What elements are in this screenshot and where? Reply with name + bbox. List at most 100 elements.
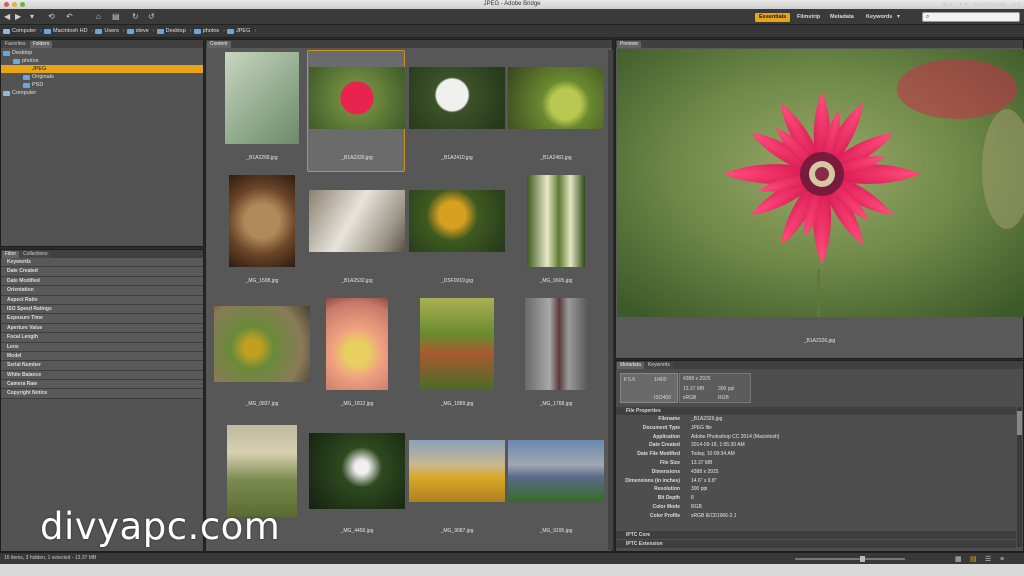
tab-filter[interactable]: Filter — [2, 251, 20, 258]
filter-category[interactable]: Focal Length — [1, 333, 203, 343]
filter-category[interactable]: Date Created — [1, 267, 203, 277]
thumbnail[interactable]: _MG_1508.jpg — [214, 175, 310, 287]
folder-tree-item[interactable]: Desktop — [1, 49, 203, 57]
close-window-icon[interactable] — [4, 2, 9, 7]
workspace-menu-icon[interactable]: ▾ — [897, 12, 900, 22]
filter-category[interactable]: White Balance — [1, 370, 203, 381]
thumbnail-image[interactable] — [527, 175, 585, 267]
thumbnail[interactable]: _MG_1889.jpg — [409, 298, 505, 410]
thumbnail-image[interactable] — [326, 298, 388, 390]
thumbnail[interactable]: _DSF0019.jpg — [409, 175, 505, 287]
folder-tree-item[interactable]: photos — [1, 57, 203, 65]
filter-category[interactable]: Lens — [1, 342, 203, 352]
camera-icon[interactable]: ⌂ — [96, 12, 101, 22]
workspace-filmstrip[interactable]: Filmstrip — [793, 13, 824, 22]
thumbnail-image[interactable] — [409, 440, 505, 502]
filter-category[interactable]: Aspect Ratio — [1, 295, 203, 305]
folder-tree-item[interactable]: PSD — [1, 81, 203, 89]
section-iptc-extension[interactable]: IPTC Extension — [616, 540, 1016, 548]
filter-category[interactable]: Orientation — [1, 286, 203, 296]
thumbnail-image[interactable] — [409, 67, 505, 129]
breadcrumb-item[interactable]: Users › — [95, 28, 125, 34]
workspace-keywords[interactable]: Keywords — [862, 13, 896, 22]
filter-category[interactable]: Camera Raw — [1, 380, 203, 390]
rotate-icon[interactable]: ↻ — [132, 12, 139, 22]
filter-category[interactable]: Exposure Time — [1, 314, 203, 324]
sort-menu[interactable]: Sort Manually — [973, 2, 1007, 8]
breadcrumb-item[interactable]: steve › — [126, 28, 155, 34]
section-file-properties[interactable]: File Properties — [616, 407, 1016, 415]
filter-category[interactable]: ISO Speed Ratings — [1, 304, 203, 315]
thumbnail[interactable]: _MG_9087.jpg — [409, 425, 505, 537]
thumbnail[interactable]: _B1A2268.jpg — [214, 52, 310, 164]
return-icon[interactable]: ↶ — [66, 12, 73, 22]
filter-category[interactable]: Serial Number — [1, 361, 203, 371]
view-mode-icon[interactable]: ▦ ▾ — [943, 2, 953, 8]
thumbnail-image[interactable] — [225, 52, 299, 144]
tab-collections[interactable]: Collections — [20, 251, 51, 258]
tab-preview[interactable]: Preview — [617, 41, 641, 48]
zoom-window-icon[interactable] — [20, 2, 25, 7]
thumbnail-image[interactable] — [229, 175, 295, 267]
folder-tree-item[interactable]: JPEG — [1, 65, 203, 73]
window-controls[interactable] — [4, 2, 25, 7]
tab-keywords[interactable]: Keywords — [644, 362, 673, 369]
toolbar: ◀ ▶ ▾ ⟲ ↶ ⌂ ▤ ↻ ↺ Essentials Filmstrip M… — [0, 9, 1024, 25]
thumbnail-image[interactable] — [309, 67, 405, 129]
refine-icon[interactable]: ▤ — [112, 12, 120, 22]
sort-direction-icon[interactable]: ▴ ▾ — [1013, 2, 1020, 8]
folder-tree-item[interactable]: Originals — [1, 73, 203, 81]
metadata-scrollbar[interactable] — [1017, 407, 1022, 547]
folder-label: Desktop — [12, 50, 33, 56]
thumbnail[interactable]: _MG_1768.jpg — [508, 298, 604, 410]
tab-content[interactable]: Content — [207, 41, 231, 48]
thumbnail-size-slider[interactable] — [795, 558, 905, 560]
filter-category[interactable]: Model — [1, 351, 203, 362]
thumbnail[interactable]: _MG_1812.jpg — [309, 298, 405, 410]
placard-color: sRGB — [683, 395, 697, 401]
filter-category[interactable]: Date Modified — [1, 276, 203, 287]
folder-tree-item[interactable]: Computer — [1, 89, 203, 97]
thumbnail-image[interactable] — [214, 306, 310, 382]
thumbnail[interactable]: _B1A2326.jpg — [309, 52, 405, 164]
workspace-essentials[interactable]: Essentials — [755, 13, 791, 22]
thumbnail-image[interactable] — [508, 67, 604, 129]
breadcrumb-separator-icon: › — [254, 28, 257, 34]
preview-image[interactable] — [617, 49, 1024, 317]
thumbnail[interactable]: _MG_4456.jpg — [309, 425, 405, 537]
section-iptc-core[interactable]: IPTC Core — [616, 531, 1016, 539]
rotate-left-icon[interactable]: ↺ — [148, 12, 155, 22]
thumbnail[interactable]: _MG_0605.jpg — [508, 175, 604, 287]
thumbnail-image[interactable] — [309, 433, 405, 509]
tab-metadata[interactable]: Metadata — [617, 362, 644, 369]
filter-category[interactable]: Copyright Notice — [1, 389, 203, 399]
metadata-row: Resolution 300 ppi — [616, 486, 1016, 494]
back-icon[interactable]: ◀ — [4, 12, 10, 22]
thumbnail-image[interactable] — [227, 425, 297, 517]
chevron-down-icon[interactable]: ▾ — [30, 12, 34, 22]
thumbnail-image[interactable] — [525, 298, 587, 390]
star-filter-icon[interactable]: ★ ▾ — [958, 2, 967, 8]
workspace-metadata[interactable]: Metadata — [826, 13, 858, 22]
recent-icon[interactable]: ⟲ — [48, 12, 55, 22]
filter-category[interactable]: Aperture Value — [1, 323, 203, 334]
thumbnail[interactable]: _B1A2410.jpg — [409, 52, 505, 164]
thumbnail[interactable]: _MG_0837.jpg — [214, 298, 310, 410]
thumbnail[interactable]: _B1A2481.jpg — [508, 52, 604, 164]
search-input[interactable]: ⌕ — [922, 12, 1020, 22]
breadcrumb-item[interactable]: Computer › — [3, 28, 42, 34]
thumbnail-image[interactable] — [420, 298, 494, 390]
breadcrumb-item[interactable]: Macintosh HD › — [44, 28, 93, 34]
tab-folders[interactable]: Folders — [29, 41, 53, 48]
minimize-window-icon[interactable] — [12, 2, 17, 7]
forward-icon[interactable]: ▶ — [15, 12, 21, 22]
thumbnail-image[interactable] — [409, 190, 505, 252]
thumbnail-image[interactable] — [309, 190, 405, 252]
tab-favorites[interactable]: Favorites — [2, 41, 29, 48]
breadcrumb-item[interactable]: photos › — [193, 28, 225, 34]
breadcrumb-item[interactable]: JPEG › — [227, 28, 256, 34]
slider-handle[interactable] — [860, 556, 865, 562]
breadcrumb-item[interactable]: Desktop › — [156, 28, 192, 34]
thumbnail[interactable]: _B1A2532.jpg — [309, 175, 405, 287]
filter-category[interactable]: Keywords — [1, 258, 203, 268]
